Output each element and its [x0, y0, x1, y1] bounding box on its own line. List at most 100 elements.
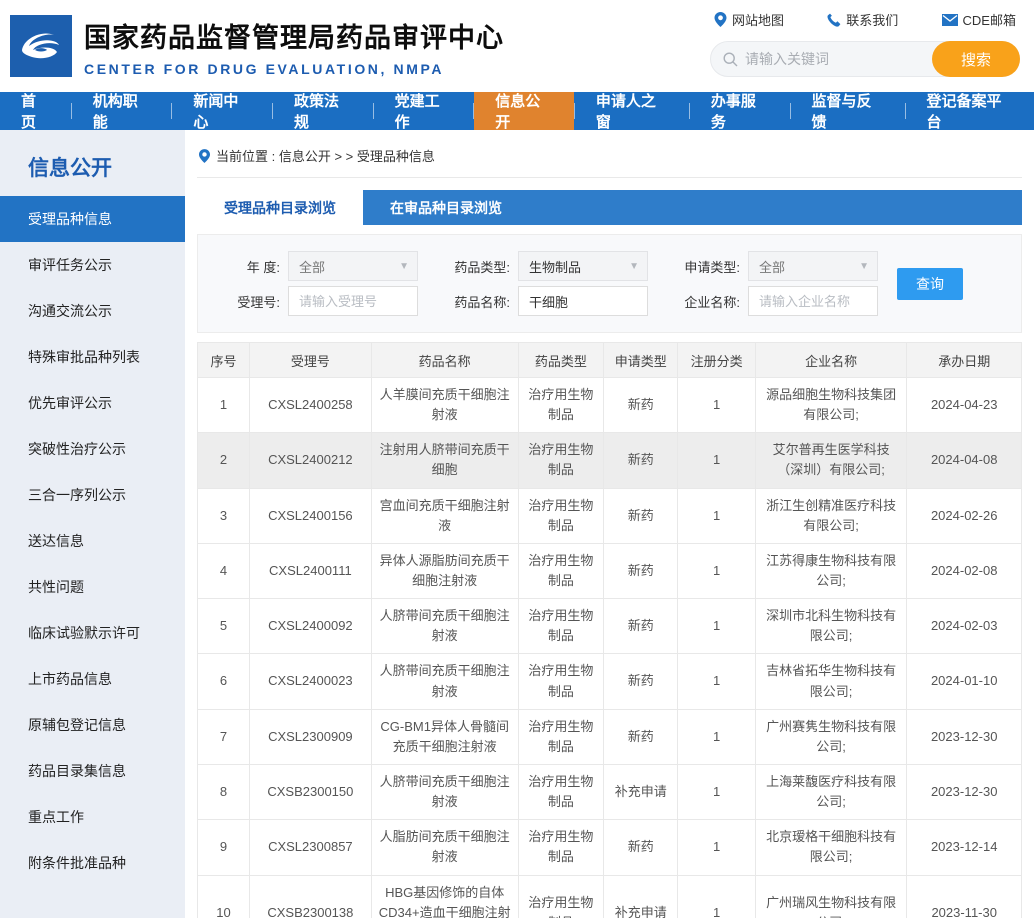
contact-link[interactable]: 联系我们 [827, 10, 898, 29]
sidebar-item-4[interactable]: 特殊审批品种列表 [0, 334, 185, 380]
tab-1[interactable]: 受理品种目录浏览 [197, 190, 363, 225]
nav-item-7[interactable]: 申请人之窗 [575, 92, 689, 130]
drug-name-label: 药品名称: [440, 292, 510, 311]
sitemap-link[interactable]: 网站地图 [714, 10, 784, 29]
table-cell: 1 [678, 433, 755, 488]
table-cell: 2024-04-08 [907, 433, 1022, 488]
table-row[interactable]: 2CXSL2400212注射用人脐带间充质干细胞治疗用生物制品新药1艾尔普再生医… [198, 433, 1022, 488]
utility-links: 网站地图 联系我们 CDE邮箱 [710, 10, 1020, 29]
sidebar-item-6[interactable]: 突破性治疗公示 [0, 426, 185, 472]
site-title-cn: 国家药品监督管理局药品审评中心 [84, 16, 504, 55]
table-cell: 新药 [604, 488, 678, 543]
sidebar-item-1[interactable]: 受理品种信息 [0, 196, 185, 242]
drug-type-select[interactable]: 生物制品▼ [518, 251, 648, 281]
column-header: 申请类型 [604, 343, 678, 378]
sidebar-item-13[interactable]: 药品目录集信息 [0, 748, 185, 794]
nav-item-9[interactable]: 监督与反馈 [790, 92, 904, 130]
nav-item-6[interactable]: 信息公开 [474, 92, 574, 130]
table-cell: 补充申请 [604, 875, 678, 918]
sidebar-item-8[interactable]: 送达信息 [0, 518, 185, 564]
sidebar-item-5[interactable]: 优先审评公示 [0, 380, 185, 426]
nav-item-5[interactable]: 党建工作 [374, 92, 474, 130]
table-cell: CXSL2400212 [249, 433, 371, 488]
cde-mail-link[interactable]: CDE邮箱 [942, 10, 1016, 29]
table-cell: 1 [678, 543, 755, 598]
table-cell: 2023-12-30 [907, 709, 1022, 764]
chevron-down-icon: ▼ [399, 261, 409, 272]
table-cell: 新药 [604, 599, 678, 654]
nav-item-4[interactable]: 政策法规 [273, 92, 373, 130]
breadcrumb: 当前位置 : 信息公开 > > 受理品种信息 [197, 144, 1022, 178]
table-cell: 异体人源脂肪间充质干细胞注射液 [371, 543, 518, 598]
table-cell: 治疗用生物制品 [518, 654, 604, 709]
table-row[interactable]: 1CXSL2400258人羊膜间充质干细胞注射液治疗用生物制品新药1源品细胞生物… [198, 378, 1022, 433]
sidebar-item-11[interactable]: 上市药品信息 [0, 656, 185, 702]
location-pin-icon [714, 12, 727, 27]
sidebar-item-7[interactable]: 三合一序列公示 [0, 472, 185, 518]
table-cell: 上海莱馥医疗科技有限公司; [755, 764, 907, 819]
table-cell: 1 [198, 378, 250, 433]
filter-panel: 年 度: 全部▼ 药品类型: 生物制品▼ 申请类型: 全部▼ 受理号: 药品名称… [197, 234, 1022, 333]
contact-label: 联系我们 [846, 10, 898, 29]
table-row[interactable]: 4CXSL2400111异体人源脂肪间充质干细胞注射液治疗用生物制品新药1江苏得… [198, 543, 1022, 598]
query-button[interactable]: 查询 [897, 268, 963, 300]
sitemap-label: 网站地图 [732, 10, 784, 29]
nav-item-2[interactable]: 机构职能 [72, 92, 172, 130]
table-cell: 新药 [604, 378, 678, 433]
apply-type-select[interactable]: 全部▼ [748, 251, 878, 281]
table-cell: 人脐带间充质干细胞注射液 [371, 654, 518, 709]
tab-2[interactable]: 在审品种目录浏览 [363, 190, 529, 225]
acceptance-no-input[interactable] [288, 286, 418, 316]
sidebar-item-9[interactable]: 共性问题 [0, 564, 185, 610]
table-cell: 治疗用生物制品 [518, 543, 604, 598]
sidebar-item-12[interactable]: 原辅包登记信息 [0, 702, 185, 748]
table-cell: 吉林省拓华生物科技有限公司; [755, 654, 907, 709]
table-cell: 2023-11-30 [907, 875, 1022, 918]
table-cell: 宫血间充质干细胞注射液 [371, 488, 518, 543]
sidebar-item-10[interactable]: 临床试验默示许可 [0, 610, 185, 656]
sidebar-item-15[interactable]: 附条件批准品种 [0, 840, 185, 886]
table-cell: 人脐带间充质干细胞注射液 [371, 764, 518, 819]
nav-item-1[interactable]: 首页 [0, 92, 71, 130]
table-cell: 艾尔普再生医学科技（深圳）有限公司; [755, 433, 907, 488]
nav-item-10[interactable]: 登记备案平台 [905, 92, 1033, 130]
table-cell: CXSL2400092 [249, 599, 371, 654]
column-header: 企业名称 [755, 343, 907, 378]
table-cell: 8 [198, 764, 250, 819]
table-cell: 新药 [604, 433, 678, 488]
acceptance-no-label: 受理号: [210, 292, 280, 311]
table-row[interactable]: 6CXSL2400023人脐带间充质干细胞注射液治疗用生物制品新药1吉林省拓华生… [198, 654, 1022, 709]
drug-name-input[interactable] [518, 286, 648, 316]
site-title-en: CENTER FOR DRUG EVALUATION, NMPA [84, 61, 504, 77]
table-cell: 补充申请 [604, 764, 678, 819]
table-cell: CXSB2300150 [249, 764, 371, 819]
table-row[interactable]: 7CXSL2300909CG-BM1异体人骨髓间充质干细胞注射液治疗用生物制品新… [198, 709, 1022, 764]
sidebar-item-14[interactable]: 重点工作 [0, 794, 185, 840]
sidebar-item-2[interactable]: 审评任务公示 [0, 242, 185, 288]
table-cell: 人脂肪间充质干细胞注射液 [371, 820, 518, 875]
nav-item-8[interactable]: 办事服务 [690, 92, 790, 130]
table-row[interactable]: 3CXSL2400156宫血间充质干细胞注射液治疗用生物制品新药1浙江生创精准医… [198, 488, 1022, 543]
table-cell: 治疗用生物制品 [518, 599, 604, 654]
table-cell: 3 [198, 488, 250, 543]
table-row[interactable]: 9CXSL2300857人脂肪间充质干细胞注射液治疗用生物制品新药1北京瑷格干细… [198, 820, 1022, 875]
company-input[interactable] [748, 286, 878, 316]
table-cell: 注射用人脐带间充质干细胞 [371, 433, 518, 488]
table-row[interactable]: 8CXSB2300150人脐带间充质干细胞注射液治疗用生物制品补充申请1上海莱馥… [198, 764, 1022, 819]
table-cell: 6 [198, 654, 250, 709]
table-row[interactable]: 10CXSB2300138HBG基因修饰的自体CD34+造血干细胞注射液治疗用生… [198, 875, 1022, 918]
table-cell: 2 [198, 433, 250, 488]
column-header: 承办日期 [907, 343, 1022, 378]
nav-item-3[interactable]: 新闻中心 [172, 92, 272, 130]
table-row[interactable]: 5CXSL2400092人脐带间充质干细胞注射液治疗用生物制品新药1深圳市北科生… [198, 599, 1022, 654]
search-icon [723, 52, 738, 67]
table-cell: 1 [678, 654, 755, 709]
search-input[interactable] [745, 51, 915, 67]
site-title-block: 国家药品监督管理局药品审评中心 CENTER FOR DRUG EVALUATI… [84, 16, 504, 77]
sidebar-item-3[interactable]: 沟通交流公示 [0, 288, 185, 334]
location-pin-icon [199, 149, 210, 163]
year-select[interactable]: 全部▼ [288, 251, 418, 281]
table-cell: 源品细胞生物科技集团有限公司; [755, 378, 907, 433]
search-button[interactable]: 搜索 [932, 41, 1020, 77]
table-cell: HBG基因修饰的自体CD34+造血干细胞注射液 [371, 875, 518, 918]
